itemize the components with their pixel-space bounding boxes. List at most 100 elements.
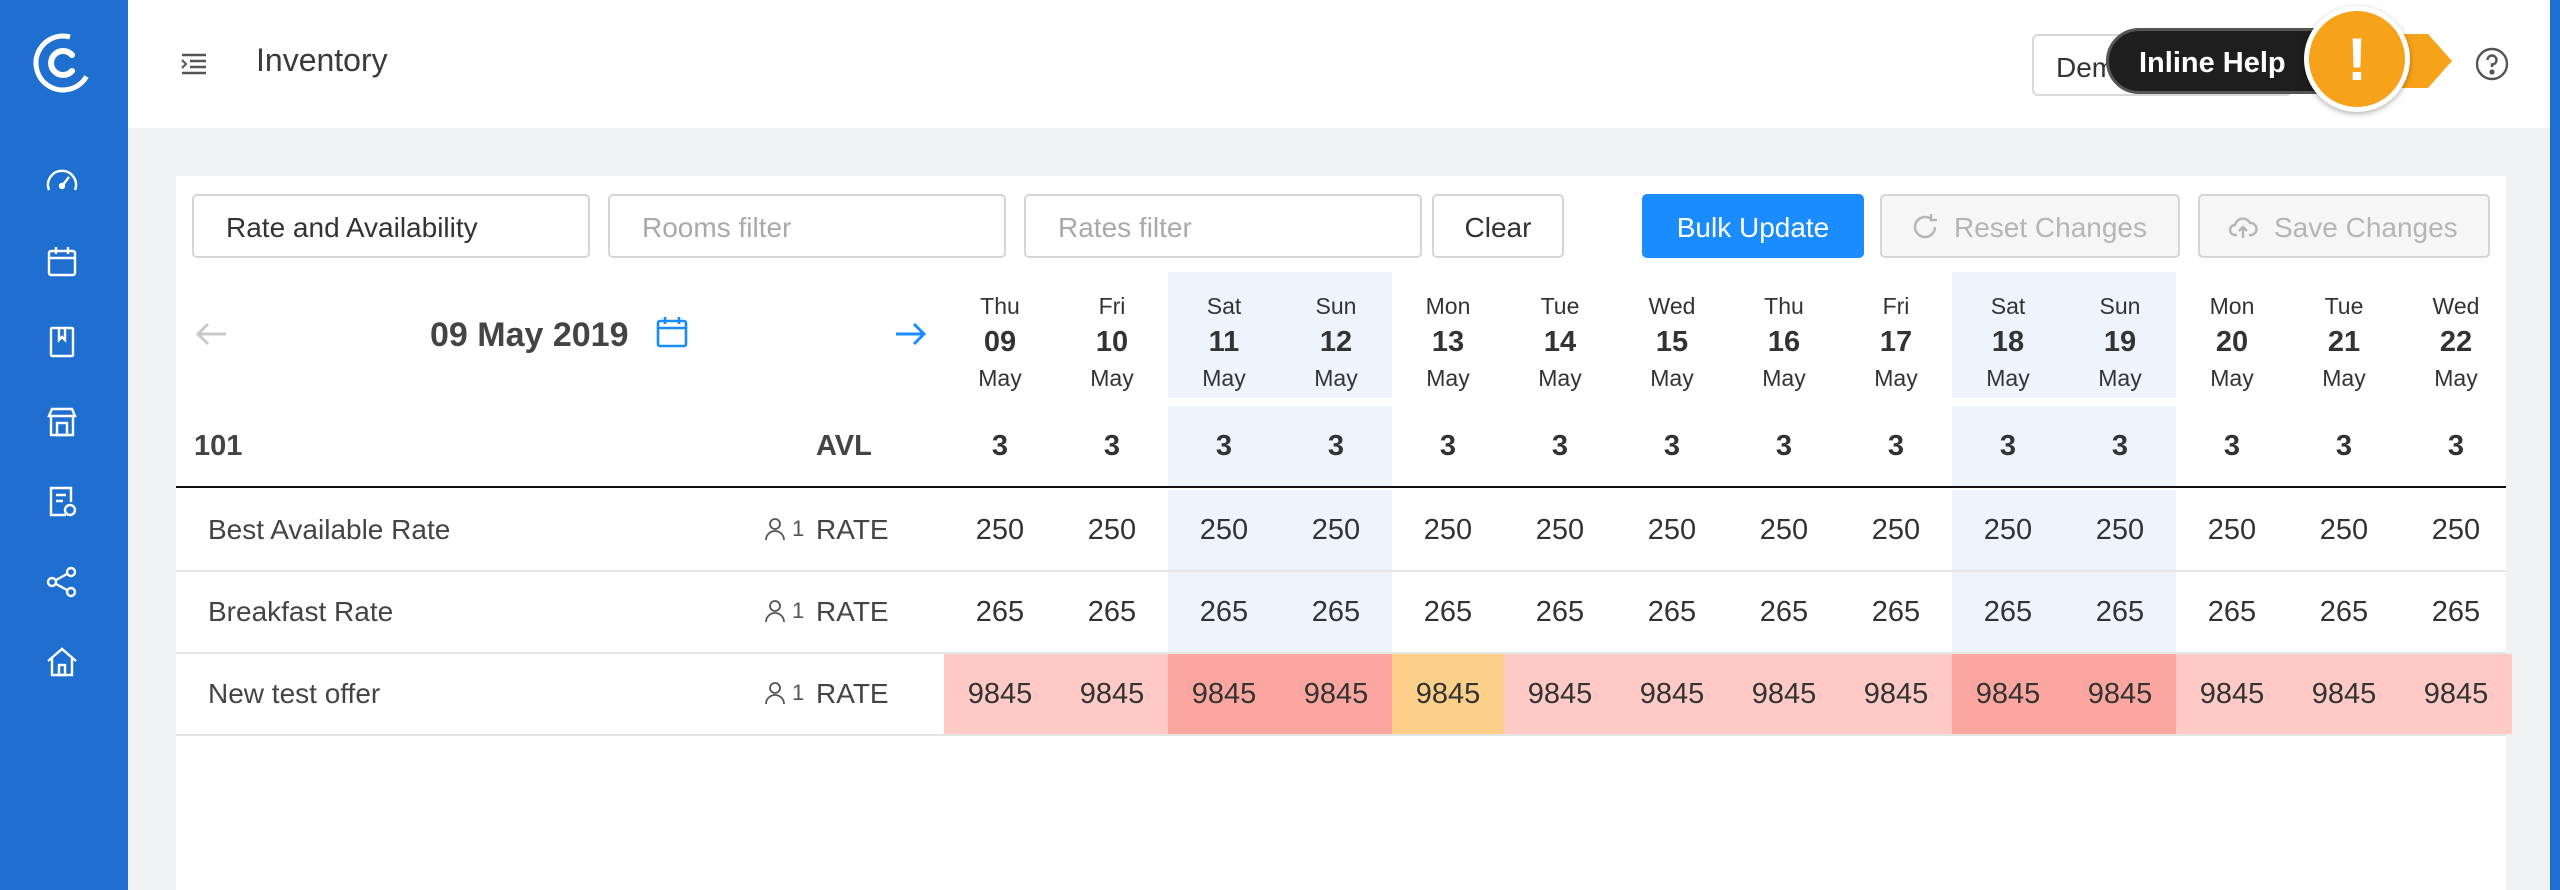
rate-value-cell[interactable]: 9845: [1728, 654, 1840, 734]
availability-cell[interactable]: 3: [1168, 406, 1280, 486]
day-header-cell: Sat 11 May: [1168, 272, 1280, 398]
rate-value-cell[interactable]: 265: [1168, 572, 1280, 652]
rate-value-cell[interactable]: 9845: [2176, 654, 2288, 734]
rate-value-cell[interactable]: 9845: [1504, 654, 1616, 734]
day-header-cell: Mon 20 May: [2176, 272, 2288, 398]
day-header-cell: Tue 14 May: [1504, 272, 1616, 398]
rate-value-cell[interactable]: 250: [1616, 490, 1728, 570]
day-of-week: Mon: [2209, 293, 2255, 319]
day-month: May: [1986, 365, 2030, 391]
rate-value-cell[interactable]: 250: [1168, 490, 1280, 570]
calendar-icon[interactable]: [40, 240, 84, 284]
rate-value-cell[interactable]: 265: [1056, 572, 1168, 652]
rate-value-cell[interactable]: 250: [2288, 490, 2400, 570]
availability-cell[interactable]: 3: [1280, 406, 1392, 486]
cloud-upload-icon: [2228, 217, 2258, 238]
rate-value-cell[interactable]: 265: [1728, 572, 1840, 652]
reset-changes-button[interactable]: Reset Changes: [1880, 194, 2180, 258]
rate-value-cell[interactable]: 250: [2400, 490, 2512, 570]
rate-value-cell[interactable]: 9845: [944, 654, 1056, 734]
rate-value-cell[interactable]: 265: [1840, 572, 1952, 652]
rate-value-cell[interactable]: 250: [2176, 490, 2288, 570]
availability-cell[interactable]: 3: [2400, 406, 2512, 486]
bulk-update-button[interactable]: Bulk Update: [1642, 194, 1864, 258]
availability-cell[interactable]: 3: [1616, 406, 1728, 486]
channex-logo-icon[interactable]: [28, 28, 98, 98]
rate-value-cell[interactable]: 9845: [2064, 654, 2176, 734]
rate-value-cell[interactable]: 9845: [1056, 654, 1168, 734]
reset-changes-label: Reset Changes: [1954, 212, 2148, 243]
day-month: May: [1202, 365, 1246, 391]
rate-value-cell[interactable]: 265: [1504, 572, 1616, 652]
day-number: 09: [983, 326, 1017, 358]
dashboard-icon[interactable]: [40, 160, 84, 204]
rate-value-cell[interactable]: 250: [1840, 490, 1952, 570]
day-header-cell: Fri 17 May: [1840, 272, 1952, 398]
rate-type-label: RATE: [816, 596, 889, 627]
save-changes-button[interactable]: Save Changes: [2198, 194, 2490, 258]
room-name: 101: [194, 430, 243, 462]
rate-value-cell[interactable]: 250: [1056, 490, 1168, 570]
rate-value-cell[interactable]: 250: [1728, 490, 1840, 570]
day-header-cell: Fri 10 May: [1056, 272, 1168, 398]
report-icon[interactable]: [40, 480, 84, 524]
view-select[interactable]: Rate and Availability: [192, 194, 590, 258]
availability-cell[interactable]: 3: [1392, 406, 1504, 486]
rate-value-cell[interactable]: 250: [1392, 490, 1504, 570]
rate-value-cell[interactable]: 265: [944, 572, 1056, 652]
menu-toggle-icon[interactable]: [178, 48, 210, 80]
rate-value-cell[interactable]: 9845: [1168, 654, 1280, 734]
day-number: 16: [1767, 326, 1801, 358]
help-icon[interactable]: [2474, 46, 2510, 82]
rate-value-cell[interactable]: 250: [1280, 490, 1392, 570]
day-number: 11: [1208, 326, 1240, 358]
rate-value-cell[interactable]: 9845: [2288, 654, 2400, 734]
rate-value-cell[interactable]: 250: [944, 490, 1056, 570]
rate-value-cell[interactable]: 265: [2176, 572, 2288, 652]
availability-cell[interactable]: 3: [2176, 406, 2288, 486]
availability-cell[interactable]: 3: [944, 406, 1056, 486]
rate-value-cell[interactable]: 265: [1392, 572, 1504, 652]
rate-value-cell[interactable]: 9845: [1280, 654, 1392, 734]
availability-cell[interactable]: 3: [1952, 406, 2064, 486]
rate-row: Best Available Rate 1 RATE 250 250 250 250 250 2…: [176, 490, 2506, 572]
rate-value-cell[interactable]: 9845: [1952, 654, 2064, 734]
availability-cell[interactable]: 3: [2064, 406, 2176, 486]
day-month: May: [1314, 365, 1358, 391]
rate-value-cell[interactable]: 250: [1504, 490, 1616, 570]
rate-value-cell[interactable]: 265: [2400, 572, 2512, 652]
share-icon[interactable]: [40, 560, 84, 604]
day-header-cell: Tue 21 May: [2288, 272, 2400, 398]
day-header-cell: Mon 13 May: [1392, 272, 1504, 398]
occupancy-count: 1: [792, 598, 805, 623]
rates-filter-input[interactable]: Rates filter: [1024, 194, 1422, 258]
rate-value-cell[interactable]: 9845: [1840, 654, 1952, 734]
inline-help-alert-icon[interactable]: !: [2304, 6, 2410, 112]
rate-value-cell[interactable]: 265: [1952, 572, 2064, 652]
day-of-week: Tue: [1540, 293, 1580, 319]
rate-value-cell[interactable]: 250: [2064, 490, 2176, 570]
availability-cell[interactable]: 3: [1728, 406, 1840, 486]
availability-cell[interactable]: 3: [2288, 406, 2400, 486]
inventory-panel: Rate and Availability Rooms filter Rates…: [176, 176, 2512, 890]
rate-value-cell[interactable]: 265: [1616, 572, 1728, 652]
availability-cell[interactable]: 3: [1056, 406, 1168, 486]
day-of-week: Sun: [2099, 293, 2141, 319]
day-header-cell: Sun 19 May: [2064, 272, 2176, 398]
bookmark-icon[interactable]: [40, 320, 84, 364]
store-icon[interactable]: [40, 400, 84, 444]
day-month: May: [978, 365, 1022, 391]
rate-value-cell[interactable]: 265: [1280, 572, 1392, 652]
rate-value-cell[interactable]: 265: [2288, 572, 2400, 652]
rooms-filter-input[interactable]: Rooms filter: [608, 194, 1006, 258]
availability-cell[interactable]: 3: [1840, 406, 1952, 486]
clear-button[interactable]: Clear: [1432, 194, 1564, 258]
home-icon[interactable]: [40, 640, 84, 684]
rate-value-cell[interactable]: 250: [1952, 490, 2064, 570]
availability-cell[interactable]: 3: [1504, 406, 1616, 486]
rate-value-cell[interactable]: 9845: [2400, 654, 2512, 734]
rate-value-cell[interactable]: 9845: [1392, 654, 1504, 734]
rate-value-cell[interactable]: 265: [2064, 572, 2176, 652]
rate-plan-name: Best Available Rate: [208, 514, 451, 545]
rate-value-cell[interactable]: 9845: [1616, 654, 1728, 734]
